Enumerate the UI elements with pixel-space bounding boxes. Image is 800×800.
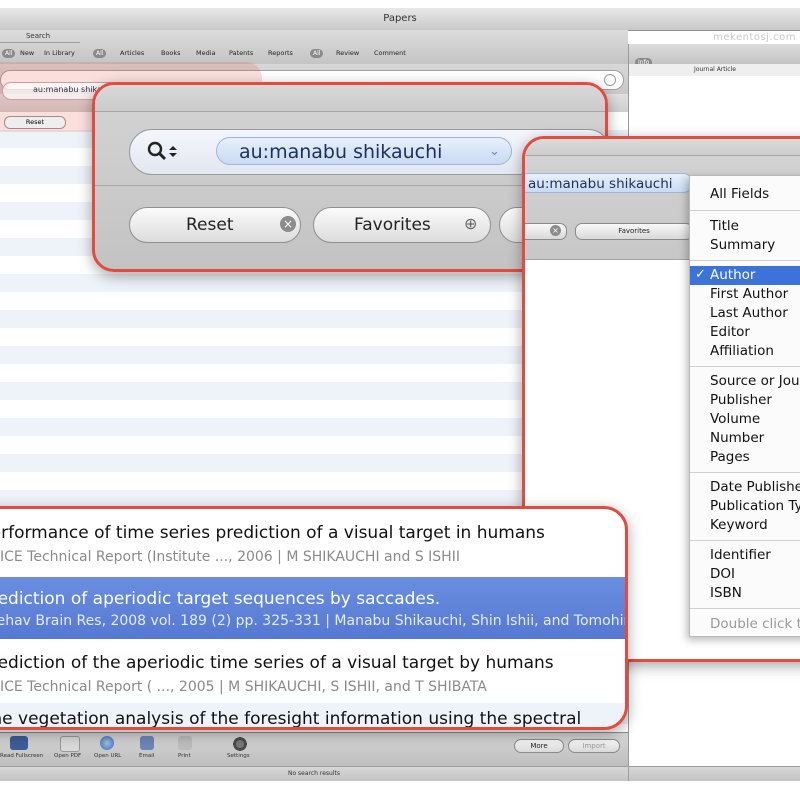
- result-row-4[interactable]: The vegetation analysis of the foresight…: [0, 703, 625, 729]
- menu-separator: [690, 210, 800, 211]
- checkmark-icon: ✓: [695, 267, 706, 282]
- window-title-bar: Papers: [0, 8, 800, 31]
- filter-in-library[interactable]: In Library: [44, 49, 75, 57]
- filter-all-2[interactable]: All: [93, 49, 107, 58]
- info-panel-header: Info: [628, 44, 800, 67]
- divider: [0, 42, 80, 43]
- menu-item-number[interactable]: Number: [710, 430, 764, 446]
- result-row-1[interactable]: Performance of time series prediction of…: [0, 509, 625, 571]
- menu-item-isbn[interactable]: ISBN: [710, 585, 742, 601]
- filter-new[interactable]: New: [20, 49, 34, 57]
- open-pdf-label: Open PDF: [54, 753, 82, 759]
- read-fullscreen-icon[interactable]: [10, 736, 28, 750]
- menu-separator: [690, 260, 800, 261]
- watermark: mekentosj.com: [713, 32, 796, 43]
- menu-item-publisher[interactable]: Publisher: [710, 392, 772, 408]
- menu-item-publication-type[interactable]: Publication Type: [710, 498, 800, 514]
- menu-separator: [690, 366, 800, 367]
- result-4-title: The vegetation analysis of the foresight…: [0, 709, 582, 729]
- menu-hint: Double click to: [710, 616, 800, 632]
- reset-label: Reset: [186, 215, 234, 235]
- clear-search-icon-small[interactable]: [604, 74, 616, 86]
- filter-books[interactable]: Books: [161, 49, 181, 57]
- zoom-menu-toolbar-strip: [525, 139, 800, 156]
- favorites-label: Favorites: [354, 215, 431, 235]
- settings-label: Settings: [227, 753, 250, 759]
- print-label: Print: [178, 753, 191, 759]
- settings-gear-icon[interactable]: [232, 736, 248, 752]
- menu-item-keyword[interactable]: Keyword: [710, 517, 768, 533]
- filter-comment[interactable]: Comment: [374, 49, 406, 57]
- filter-all-3[interactable]: All: [310, 49, 324, 58]
- print-icon[interactable]: [178, 736, 192, 750]
- result-row-2-selected[interactable]: Prediction of aperiodic target sequences…: [0, 577, 625, 639]
- menu-reset-clear-icon[interactable]: ×: [550, 225, 561, 236]
- reset-clear-icon[interactable]: ×: [280, 216, 296, 232]
- email-icon[interactable]: [140, 736, 154, 750]
- favorites-button[interactable]: Favorites ⊕: [313, 207, 491, 243]
- menu-item-editor[interactable]: Editor: [710, 324, 750, 340]
- search-field-menu: All Fields Title Summary ✓ Author First …: [689, 175, 800, 637]
- menu-item-author[interactable]: ✓ Author: [690, 266, 800, 285]
- open-pdf-icon[interactable]: [60, 736, 80, 752]
- import-button[interactable]: Import: [568, 739, 620, 753]
- main-toolbar: Search All New In Library All Articles B…: [0, 30, 628, 65]
- result-3-title: Prediction of the aperiodic time series …: [0, 653, 554, 673]
- menu-item-first-author[interactable]: First Author: [710, 286, 788, 302]
- result-3-subtitle: IEICE Technical Report ( ..., 2005 | M S…: [0, 679, 487, 695]
- favorites-plus-icon[interactable]: ⊕: [464, 214, 477, 233]
- filter-review[interactable]: Review: [336, 49, 359, 57]
- zoom-results-panel: Performance of time series prediction of…: [0, 506, 628, 730]
- menu-item-affiliation[interactable]: Affiliation: [710, 343, 774, 359]
- result-2-subtitle: Behav Brain Res, 2008 vol. 189 (2) pp. 3…: [0, 613, 625, 629]
- status-bar: No search results: [0, 766, 628, 781]
- result-row-3[interactable]: Prediction of the aperiodic time series …: [0, 639, 625, 701]
- search-scope-icon[interactable]: [146, 140, 184, 164]
- bottom-toolbar: More Import: [0, 732, 628, 769]
- menu-item-last-author[interactable]: Last Author: [710, 305, 788, 321]
- menu-item-summary[interactable]: Summary: [710, 237, 775, 253]
- menu-item-title[interactable]: Title: [710, 218, 739, 234]
- menu-item-volume[interactable]: Volume: [710, 411, 760, 427]
- menu-favorites-label: Favorites: [618, 227, 650, 235]
- menu-item-doi[interactable]: DOI: [710, 566, 735, 582]
- menu-item-identifier[interactable]: Identifier: [710, 547, 771, 563]
- filter-reports[interactable]: Reports: [268, 49, 293, 57]
- search-token-text: au:manabu shikauchi: [239, 141, 443, 163]
- menu-search-token-text: au:manabu shikauchi: [528, 176, 673, 192]
- menu-item-all-fields[interactable]: All Fields: [710, 186, 769, 202]
- filter-articles[interactable]: Articles: [120, 49, 144, 57]
- filter-media[interactable]: Media: [196, 49, 216, 57]
- read-fullscreen-label: Read Fullscreen: [0, 753, 44, 759]
- filter-all-1[interactable]: All: [2, 49, 16, 58]
- result-2-title: Prediction of aperiodic target sequences…: [0, 589, 441, 609]
- menu-item-pages[interactable]: Pages: [710, 449, 750, 465]
- menu-favorites-button[interactable]: Favorites: [575, 223, 693, 240]
- menu-reset-button[interactable]: ×: [525, 223, 567, 240]
- reset-button[interactable]: Reset ×: [129, 207, 301, 243]
- menu-separator: [690, 472, 800, 473]
- filter-patents[interactable]: Patents: [229, 49, 253, 57]
- search-token[interactable]: au:manabu shikauchi ⌄: [216, 137, 512, 165]
- more-button[interactable]: More: [514, 739, 564, 753]
- email-label: Email: [139, 753, 155, 759]
- result-1-title: Performance of time series prediction of…: [0, 523, 545, 543]
- menu-separator: [690, 608, 800, 609]
- result-1-subtitle: IEICE Technical Report (Institute ..., 2…: [0, 549, 460, 565]
- info-status-bar: [628, 766, 800, 781]
- menu-search-token[interactable]: au:manabu shikauchi: [525, 173, 693, 193]
- menu-separator: [690, 540, 800, 541]
- zoom-toolbar-strip: [95, 85, 605, 112]
- open-url-label: Open URL: [94, 753, 122, 759]
- open-url-icon[interactable]: [100, 736, 114, 750]
- search-tab[interactable]: Search: [0, 32, 76, 42]
- window-title: Papers: [383, 13, 417, 24]
- menu-item-date-published[interactable]: Date Published: [710, 479, 800, 495]
- small-reset-button[interactable]: Reset: [4, 116, 66, 129]
- menu-item-source[interactable]: Source or Journal: [710, 373, 800, 389]
- token-chevron-down-icon[interactable]: ⌄: [489, 138, 500, 166]
- menu-item-author-label: Author: [710, 267, 756, 283]
